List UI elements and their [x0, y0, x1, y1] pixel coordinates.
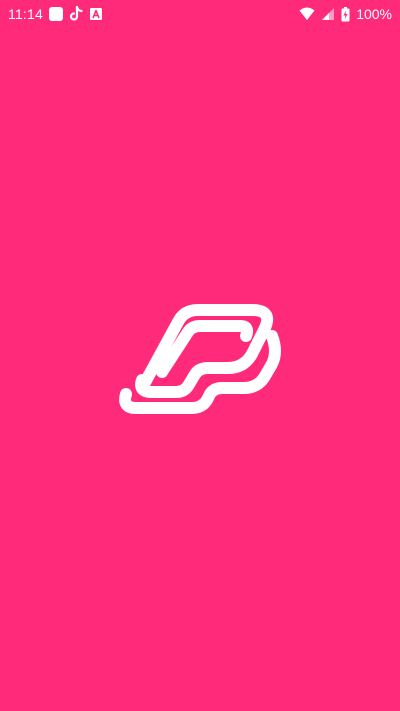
battery-percent: 100% — [356, 6, 392, 22]
brand-logo-icon — [119, 304, 281, 414]
cellular-signal-icon — [321, 7, 335, 21]
tiktok-icon — [69, 6, 83, 22]
status-bar: 11:14 100% — [0, 0, 400, 28]
a-badge-icon — [89, 7, 103, 21]
app-notification-icon — [49, 7, 63, 21]
status-time: 11:14 — [8, 6, 43, 22]
status-right: 100% — [299, 6, 392, 22]
wifi-icon — [299, 7, 315, 21]
battery-charging-icon — [341, 6, 350, 22]
status-left: 11:14 — [8, 6, 103, 22]
